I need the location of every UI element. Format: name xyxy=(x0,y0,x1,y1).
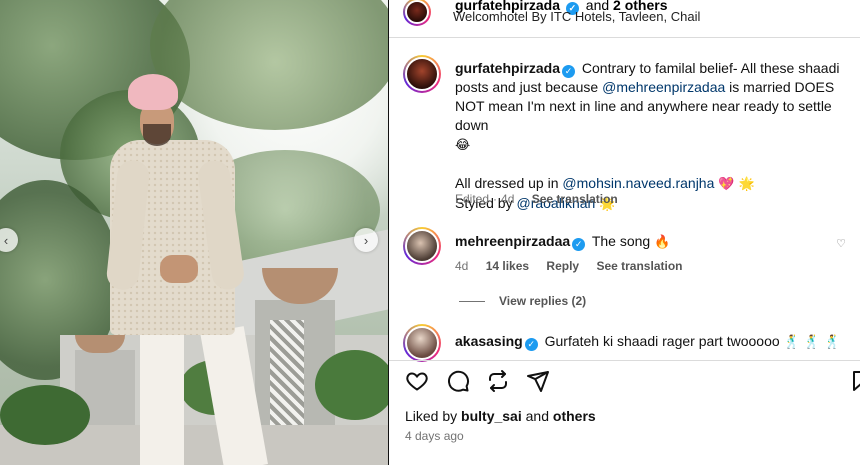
verified-icon: ✓ xyxy=(572,238,586,251)
post-header: gurfatehpirzada ✓ and 2 others Welcomhot… xyxy=(389,0,860,38)
comment-time[interactable]: 4d xyxy=(455,259,468,273)
verified-icon: ✓ xyxy=(524,338,538,351)
person-hands xyxy=(160,255,198,283)
comment-text: akasasing ✓ Gurfateh ki shaadi rager part… xyxy=(455,333,841,351)
person-turban xyxy=(128,74,178,110)
view-replies-button[interactable]: View replies (2) xyxy=(459,294,586,308)
divider xyxy=(389,37,860,38)
liked-by: Liked by bulty_sai and others xyxy=(405,408,596,424)
caption-time[interactable]: 4d xyxy=(501,192,514,206)
heart-icon[interactable] xyxy=(403,367,431,395)
liked-by-user-link[interactable]: bulty_sai xyxy=(461,408,522,424)
action-bar xyxy=(389,360,860,400)
person-beard xyxy=(143,124,171,146)
comment-text: mehreenpirzadaa ✓ The song 🔥 xyxy=(455,233,671,251)
see-translation-link[interactable]: See translation xyxy=(532,192,618,206)
mention-link[interactable]: @mohsin.naveed.ranjha xyxy=(562,175,714,191)
caption-username[interactable]: gurfatehpirzada xyxy=(455,60,560,76)
post-timestamp[interactable]: 4 days ago xyxy=(405,429,464,443)
bush xyxy=(0,385,90,445)
post-photo: ‹ › xyxy=(0,0,389,465)
see-translation-link[interactable]: See translation xyxy=(596,259,682,273)
location-link[interactable]: Welcomhotel By ITC Hotels, Tavleen, Chai… xyxy=(453,9,700,24)
mention-link[interactable]: @mehreenpirzadaa xyxy=(602,79,725,95)
post-detail-panel: gurfatehpirzada ✓ and 2 others Welcomhot… xyxy=(389,0,860,465)
comment-likes[interactable]: 14 likes xyxy=(486,259,529,273)
comment-username[interactable]: mehreenpirzadaa xyxy=(455,233,570,249)
avatar[interactable] xyxy=(403,227,441,265)
caption-meta: Edited · 4d See translation xyxy=(455,192,618,206)
caption-text: gurfatehpirzada ✓ Contrary to familal bel… xyxy=(455,60,840,212)
send-icon[interactable] xyxy=(524,367,552,395)
bookmark-icon[interactable] xyxy=(847,367,860,395)
comment-meta: 4d 14 likes Reply See translation xyxy=(455,259,696,273)
dancing-emoji: 🕺 🕺 🕺 xyxy=(783,335,841,350)
avatar[interactable] xyxy=(403,0,431,26)
chevron-right-icon[interactable]: › xyxy=(354,228,378,252)
heart-star-emoji: 💖 🌟 xyxy=(718,177,755,192)
laughing-emoji: 😂 xyxy=(455,138,471,153)
comment-username[interactable]: akasasing xyxy=(455,333,523,349)
comment-icon[interactable] xyxy=(444,367,472,395)
verified-icon: ✓ xyxy=(562,65,576,78)
reply-button[interactable]: Reply xyxy=(546,259,579,273)
comment-like-heart-icon[interactable]: ♡ xyxy=(836,237,846,250)
repost-icon[interactable] xyxy=(484,367,512,395)
liked-by-others-link[interactable]: others xyxy=(553,408,596,424)
avatar[interactable] xyxy=(403,55,441,93)
bush xyxy=(315,350,389,420)
person-leg xyxy=(140,330,184,465)
avatar[interactable] xyxy=(403,324,441,362)
fire-emoji: 🔥 xyxy=(654,235,671,250)
lattice-screen xyxy=(270,320,304,425)
